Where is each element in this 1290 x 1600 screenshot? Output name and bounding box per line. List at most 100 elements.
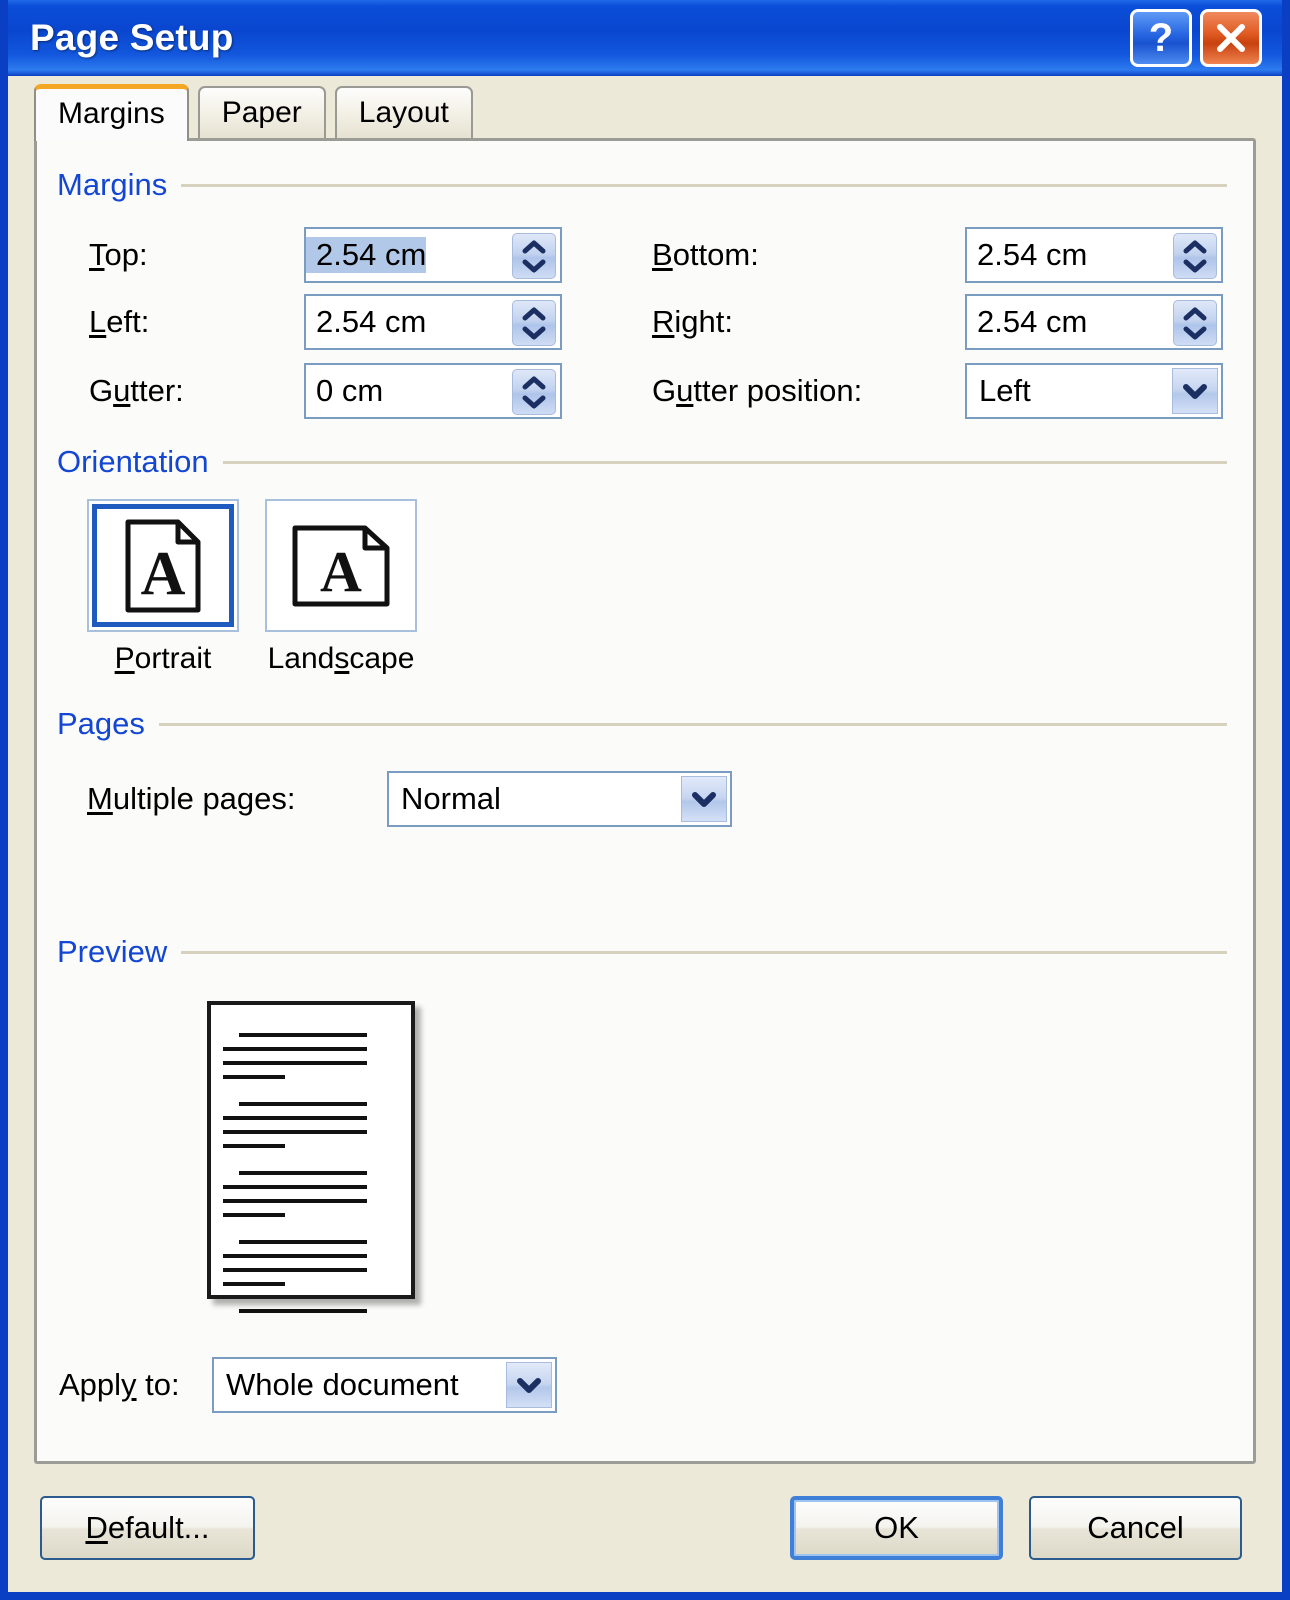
portrait-button[interactable]: A [87, 499, 239, 632]
apply-to-dropdown-button[interactable] [506, 1362, 552, 1408]
gutter-position-dropdown-button[interactable] [1172, 368, 1218, 414]
tab-layout[interactable]: Layout [334, 86, 473, 138]
chevron-down-icon[interactable] [521, 258, 547, 273]
chevron-down-icon[interactable] [521, 394, 547, 409]
preview-text-line [223, 1185, 367, 1189]
bottom-margin-spinner[interactable] [1173, 233, 1217, 279]
chevron-up-icon[interactable] [521, 376, 547, 391]
gutter-position-label-rest: tter position: [693, 373, 863, 408]
title-bar: Page Setup ? [8, 0, 1282, 76]
gutter-position-label-pre: G [652, 373, 677, 408]
portrait-selection-border: A [92, 504, 234, 627]
svg-text:A: A [141, 540, 186, 608]
tab-paper[interactable]: Paper [197, 86, 326, 138]
tab-strip: Margins Paper Layout [8, 76, 1282, 141]
chevron-down-icon[interactable] [1182, 325, 1208, 340]
portrait-accel: P [114, 642, 135, 675]
default-button[interactable]: Default... [40, 1496, 255, 1560]
help-button[interactable]: ? [1130, 9, 1192, 67]
chevron-up-icon[interactable] [1182, 307, 1208, 322]
landscape-label: Landscape [268, 642, 415, 676]
margins-tab-panel: Margins Top: 2.54 cm Bottom: 2.54 cm Lef… [34, 138, 1256, 1464]
gutter-value: 0 cm [316, 373, 384, 408]
tab-margins-label: Margins [58, 96, 165, 130]
preview-group-rule [181, 950, 1227, 954]
orientation-landscape[interactable]: A Landscape [265, 499, 417, 676]
margins-group-rule [181, 183, 1227, 187]
chevron-up-icon[interactable] [521, 307, 547, 322]
preview-text-line [239, 1309, 367, 1313]
right-accel: R [652, 304, 675, 339]
preview-text-line [223, 1268, 367, 1272]
pages-group-rule [158, 722, 1227, 726]
bottom-label-rest: ottom: [672, 237, 759, 272]
gutter-position-dropdown[interactable]: Left [965, 363, 1223, 419]
tab-layout-label: Layout [358, 96, 449, 129]
ok-button[interactable]: OK [790, 1496, 1003, 1560]
gutter-position-value: Left [979, 373, 1031, 408]
preview-text-line [223, 1116, 367, 1120]
preview-text-line [223, 1130, 367, 1134]
page-portrait-icon: A [125, 519, 201, 612]
chevron-up-icon[interactable] [1182, 240, 1208, 255]
bottom-margin-input[interactable]: 2.54 cm [965, 227, 1223, 283]
chevron-down-icon[interactable] [521, 325, 547, 340]
right-margin-input[interactable]: 2.54 cm [965, 294, 1223, 350]
top-label-rest: op: [104, 237, 148, 272]
apply-to-value: Whole document [226, 1367, 459, 1402]
default-label-rest: efault... [107, 1510, 210, 1545]
bottom-accel: B [652, 237, 673, 272]
page-landscape-icon: A [292, 525, 390, 606]
default-accel: D [85, 1510, 108, 1545]
right-margin-spinner[interactable] [1173, 300, 1217, 346]
left-accel: L [89, 304, 107, 339]
tab-margins[interactable]: Margins [34, 84, 189, 141]
preview-group-header: Preview [57, 934, 1227, 970]
chevron-up-icon[interactable] [521, 240, 547, 255]
apply-to-label-rest: to: [136, 1367, 180, 1402]
chevron-down-icon[interactable] [1182, 258, 1208, 273]
top-margin-input[interactable]: 2.54 cm [304, 227, 562, 283]
multiple-pages-label-rest: ultiple pages: [112, 781, 296, 816]
cancel-button[interactable]: Cancel [1029, 1496, 1242, 1560]
gutter-label-pre: G [89, 373, 114, 408]
orientation-group-label: Orientation [57, 444, 209, 479]
chevron-down-icon [1183, 384, 1207, 399]
apply-to-accel: y [121, 1367, 137, 1402]
preview-text-line [223, 1075, 285, 1079]
top-margin-spinner[interactable] [512, 233, 556, 279]
right-margin-label: Right: [652, 304, 733, 340]
close-button[interactable] [1200, 9, 1262, 67]
preview-text-line [239, 1102, 367, 1106]
preview-lines [211, 1005, 411, 1313]
preview-text-line [223, 1144, 285, 1148]
orientation-group-header: Orientation [57, 444, 1227, 480]
gutter-spinner[interactable] [512, 369, 556, 415]
apply-to-dropdown[interactable]: Whole document [212, 1357, 557, 1413]
cancel-button-label: Cancel [1087, 1510, 1184, 1545]
gutter-input[interactable]: 0 cm [304, 363, 562, 419]
pages-group-label: Pages [57, 706, 145, 741]
left-margin-spinner[interactable] [512, 300, 556, 346]
gutter-label-rest: tter: [130, 373, 184, 408]
left-margin-input[interactable]: 2.54 cm [304, 294, 562, 350]
page-setup-dialog: Page Setup ? Margins Paper Layout Margin… [0, 0, 1290, 1600]
multiple-pages-dropdown[interactable]: Normal [387, 771, 732, 827]
orientation-group-rule [222, 460, 1227, 464]
window-title: Page Setup [30, 17, 234, 58]
left-margin-value: 2.54 cm [316, 304, 427, 339]
landscape-button[interactable]: A [265, 499, 417, 632]
bottom-margin-value: 2.54 cm [977, 237, 1088, 272]
multiple-pages-dropdown-button[interactable] [681, 776, 727, 822]
landscape-label-rest: cape [349, 642, 415, 675]
question-mark-icon: ? [1148, 16, 1174, 60]
gutter-accel: u [113, 373, 131, 408]
chevron-down-icon [692, 792, 716, 807]
preview-text-line [223, 1282, 285, 1286]
close-icon [1217, 24, 1245, 52]
gutter-position-accel: u [676, 373, 694, 408]
preview-group-label: Preview [57, 934, 168, 969]
orientation-portrait[interactable]: A Portrait [87, 499, 239, 676]
preview-text-line [223, 1061, 367, 1065]
chevron-down-icon [517, 1378, 541, 1393]
